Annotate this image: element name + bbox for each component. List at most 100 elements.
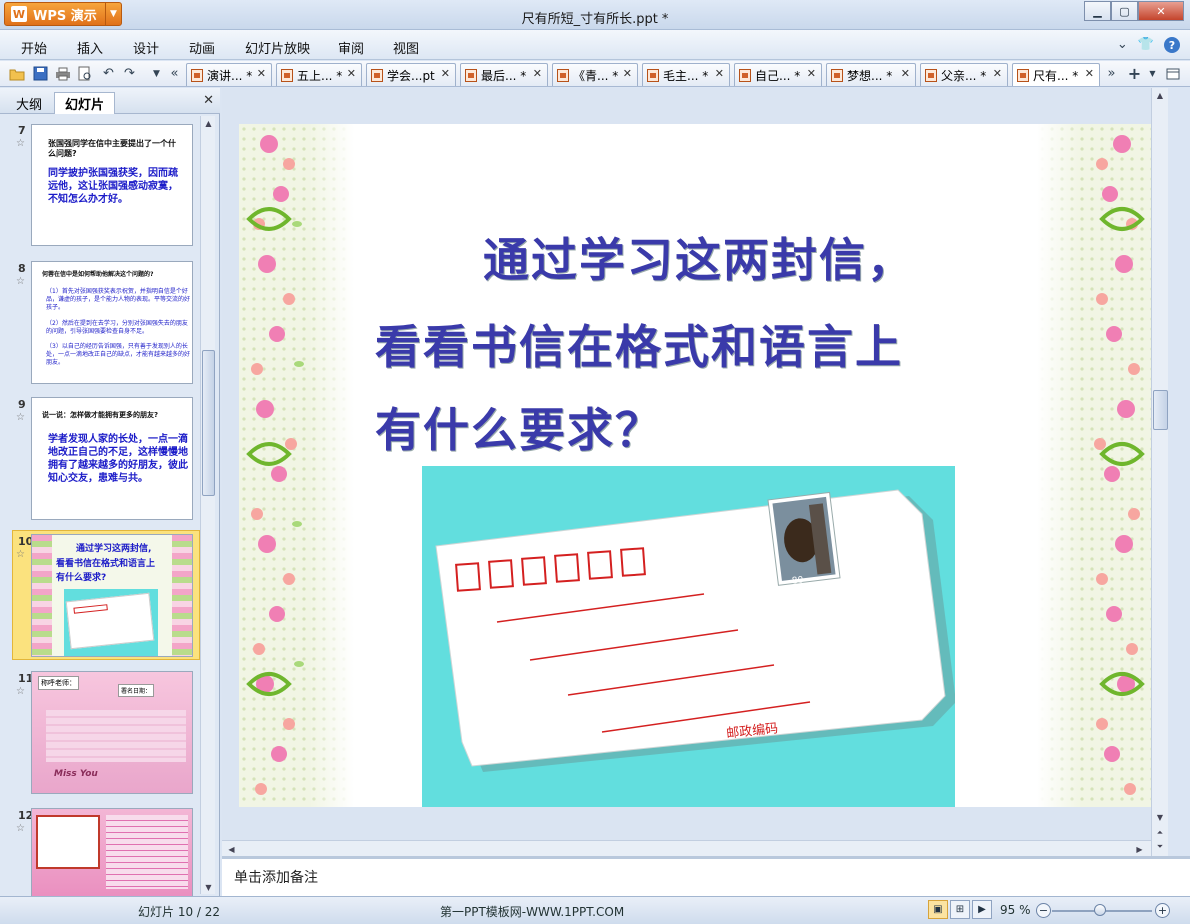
close-tab-icon[interactable]: ✕ <box>715 67 724 80</box>
slide-thumbnail-10[interactable]: 通过学习这两封信, 看看书信在格式和语言上 有什么要求? <box>31 534 193 657</box>
close-tab-icon[interactable]: ✕ <box>441 67 450 80</box>
scroll-right-icon[interactable]: ▶ <box>1132 842 1147 856</box>
close-button[interactable]: ✕ <box>1138 1 1184 21</box>
redo-icon[interactable]: ↷ <box>121 65 138 82</box>
doc-tab-label: 最后... * <box>481 68 527 83</box>
view-buttons: ▣ ⊞ ▶ <box>928 900 992 919</box>
next-slide-icon[interactable]: ⏷ <box>1152 840 1168 854</box>
slide-title-line-1[interactable]: 通过学习这两封信， <box>483 224 915 290</box>
doc-tab-active[interactable]: 尺有... * ✕ <box>1012 63 1100 86</box>
scrollbar-thumb[interactable] <box>1153 390 1168 430</box>
envelope-picture[interactable]: 80 邮政编码 <box>422 466 956 807</box>
scroll-down-icon[interactable]: ▼ <box>201 880 216 894</box>
slide-number: 7 <box>18 124 26 137</box>
slide-thumbnail-11[interactable]: 称呼老师： 署名日期： Miss You <box>31 671 193 794</box>
slide-thumbnail-9[interactable]: 说一说：怎样做才能拥有更多的朋友? 学者发现人家的长处，一点一滴地改正自己的不足… <box>31 397 193 520</box>
doc-tab[interactable]: 《青... * ✕ <box>552 63 638 86</box>
doc-tab-label: 父亲... * <box>941 68 987 83</box>
tab-scroll-left-icon[interactable]: « <box>166 65 183 82</box>
menu-design[interactable]: 设计 <box>133 38 159 57</box>
window-title: 尺有所短_寸有所长.ppt * <box>521 12 669 27</box>
maximize-button[interactable]: ▢ <box>1111 1 1138 21</box>
doc-tab[interactable]: 五上... * ✕ <box>276 63 362 86</box>
ribbon-menu-bar: 开始 插入 设计 动画 幻灯片放映 审阅 视图 ⌄ 👕 ? <box>0 30 1190 60</box>
open-icon[interactable] <box>8 65 25 82</box>
notes-pane[interactable]: 单击添加备注 <box>222 856 1190 896</box>
thumb-text: （2）然后在提到在去学习，分别对张国强失去的朋友的问题，引导张国强要检查自身不足… <box>46 320 188 335</box>
menu-slideshow[interactable]: 幻灯片放映 <box>245 38 310 57</box>
thumb-answer: 学者发现人家的长处，一点一滴地改正自己的不足，这样慢慢地拥有了越来越多的好朋友，… <box>48 434 188 484</box>
zoom-in-button[interactable]: + <box>1155 903 1170 918</box>
menu-insert[interactable]: 插入 <box>77 38 103 57</box>
scrollbar-thumb[interactable] <box>202 350 215 496</box>
undo-icon[interactable]: ↶ <box>100 65 117 82</box>
close-tab-icon[interactable]: ✕ <box>807 67 816 80</box>
close-panel-icon[interactable]: ✕ <box>203 93 214 108</box>
expand-ribbon-icon[interactable]: ⌄ <box>1117 37 1128 53</box>
close-tab-icon[interactable]: ✕ <box>993 67 1002 80</box>
previous-slide-icon[interactable]: ⏶ <box>1152 826 1168 840</box>
print-icon[interactable] <box>54 65 71 82</box>
slide-title-line-3[interactable]: 有什么要求？ <box>375 394 663 460</box>
minimize-button[interactable]: ▁ <box>1084 1 1111 21</box>
print-preview-icon[interactable] <box>76 65 93 82</box>
menu-home[interactable]: 开始 <box>21 38 47 57</box>
slide-number: 9 <box>18 398 26 411</box>
ppt-file-icon <box>925 68 937 82</box>
close-tab-icon[interactable]: ✕ <box>347 67 356 80</box>
ppt-file-icon <box>739 68 751 82</box>
help-icon[interactable]: ? <box>1164 37 1180 53</box>
editor-vertical-scrollbar[interactable]: ▲ ▼ ⏶ ⏷ <box>1151 88 1168 856</box>
doc-tab-label: 梦想... * <box>847 68 893 83</box>
tab-slides[interactable]: 幻灯片 <box>54 92 116 114</box>
doc-tab[interactable]: 毛主... * ✕ <box>642 63 730 86</box>
zoom-out-button[interactable]: − <box>1036 903 1051 918</box>
menu-animation[interactable]: 动画 <box>189 38 215 57</box>
tab-scroll-right-icon[interactable]: » <box>1103 65 1120 82</box>
animation-star-icon: ☆ <box>16 138 25 149</box>
doc-tab[interactable]: 父亲... * ✕ <box>920 63 1008 86</box>
template-name: 第一PPT模板网-WWW.1PPT.COM <box>440 905 625 919</box>
menu-view[interactable]: 视图 <box>393 38 419 57</box>
doc-tab[interactable]: 演讲... * ✕ <box>186 63 272 86</box>
doc-tab-label: 《青... * <box>573 68 619 83</box>
slides-panel-scrollbar[interactable]: ▲ ▼ <box>200 116 215 894</box>
tab-outline[interactable]: 大纲 <box>6 92 52 114</box>
close-tab-icon[interactable]: ✕ <box>901 67 910 80</box>
scroll-up-icon[interactable]: ▲ <box>201 116 216 130</box>
close-tab-icon[interactable]: ✕ <box>623 67 632 80</box>
slide-thumbnails: 7 ☆ 张国强同学在信中主要提出了一个什么问题? 同学披护张国强获奖，因而疏远他… <box>0 115 202 896</box>
floral-border <box>172 535 192 656</box>
normal-view-icon[interactable]: ▣ <box>928 900 948 919</box>
doc-tab[interactable]: 最后... * ✕ <box>460 63 548 86</box>
slideshow-view-icon[interactable]: ▶ <box>972 900 992 919</box>
close-tab-icon[interactable]: ✕ <box>1085 67 1094 80</box>
slide-thumbnail-7[interactable]: 张国强同学在信中主要提出了一个什么问题? 同学披护张国强获奖，因而疏远他，这让张… <box>31 124 193 246</box>
notes-placeholder[interactable]: 单击添加备注 <box>234 867 318 887</box>
scroll-left-icon[interactable]: ◀ <box>224 842 239 856</box>
editor-horizontal-scrollbar[interactable]: ◀ ▶ <box>222 840 1151 856</box>
slide-title-line-2[interactable]: 看看书信在格式和语言上 <box>375 311 903 377</box>
tab-list-icon[interactable] <box>1164 65 1181 82</box>
zoom-slider-knob[interactable] <box>1094 904 1106 916</box>
save-icon[interactable] <box>32 65 49 82</box>
ppt-file-icon <box>191 68 203 82</box>
scroll-up-icon[interactable]: ▲ <box>1152 88 1168 102</box>
slide-thumbnail-8[interactable]: 何蓉在信中是如何帮助他解决这个问题的? （1）首先对张国强获奖表示祝贺，并指明自… <box>31 261 193 384</box>
customize-toolbar-icon[interactable]: ▼ <box>148 65 165 82</box>
panel-tabs: 大纲 幻灯片 ✕ <box>0 88 220 114</box>
current-slide[interactable]: 通过学习这两封信， 看看书信在格式和语言上 有什么要求？ 80 邮政编码 <box>239 124 1152 807</box>
scroll-down-icon[interactable]: ▼ <box>1152 810 1168 824</box>
new-tab-dropdown-icon[interactable]: ▼ <box>1144 65 1161 82</box>
skin-icon[interactable]: 👕 <box>1138 37 1154 53</box>
doc-tab[interactable]: 自己... * ✕ <box>734 63 822 86</box>
slide-thumbnail-12[interactable] <box>31 808 193 896</box>
thumb-postcode-boxes <box>73 604 108 614</box>
new-tab-icon[interactable]: + <box>1126 64 1143 83</box>
close-tab-icon[interactable]: ✕ <box>533 67 542 80</box>
menu-review[interactable]: 审阅 <box>338 38 364 57</box>
slide-sorter-view-icon[interactable]: ⊞ <box>950 900 970 919</box>
doc-tab[interactable]: 梦想... * ✕ <box>826 63 916 86</box>
doc-tab[interactable]: 学会...pt ✕ <box>366 63 456 86</box>
close-tab-icon[interactable]: ✕ <box>257 67 266 80</box>
